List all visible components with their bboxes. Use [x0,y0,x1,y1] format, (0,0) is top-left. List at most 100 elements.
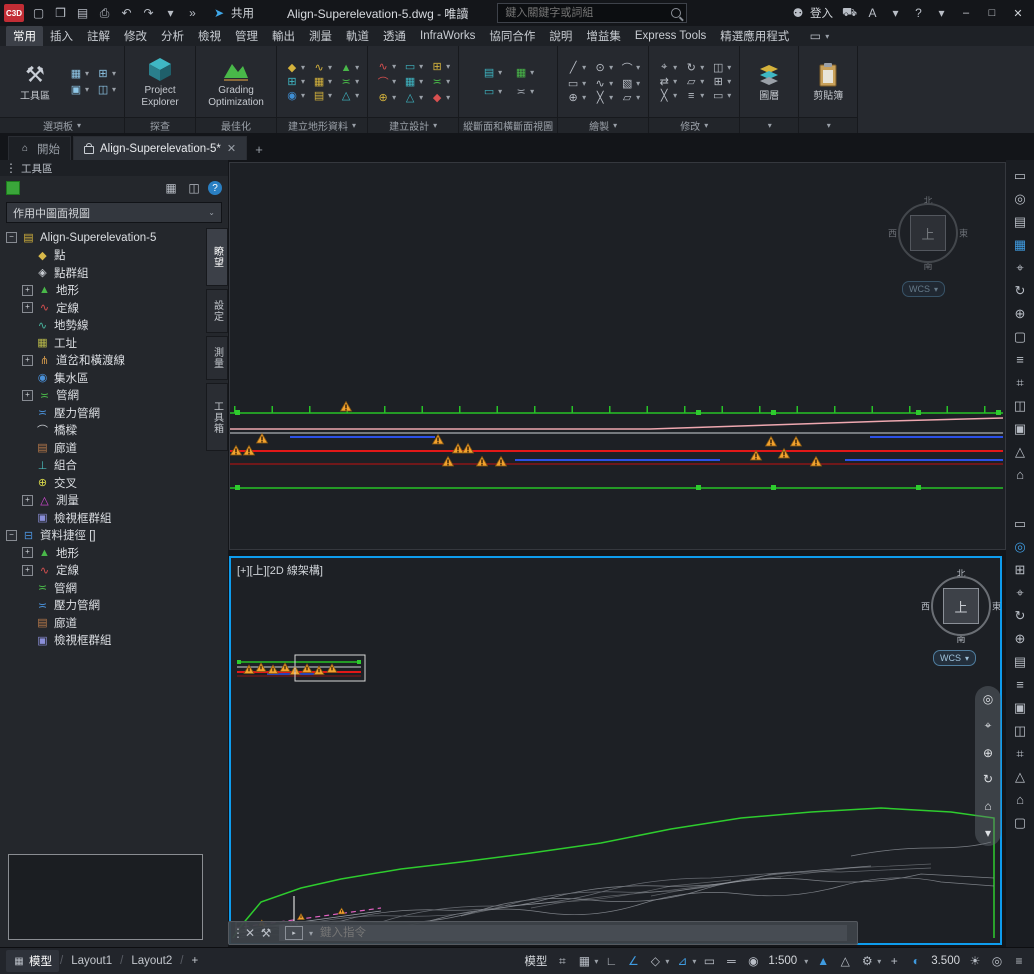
ribbon-tool-button[interactable]: ▱▾ [683,75,705,88]
panel-label-ground-data[interactable]: 建立地形資料▾ [277,117,367,133]
wcs-selector[interactable]: WCS▾ [933,650,976,666]
grading-optimization-button[interactable]: Grading Optimization [203,55,269,108]
ribbon-display-caret-icon[interactable]: ▾ [825,32,829,41]
zoom-extents-icon[interactable]: ⊕ [1009,306,1031,321]
lineweight-icon-button[interactable]: ═ [722,953,740,969]
file-tab-drawing[interactable]: Align-Superelevation-5* ✕ [73,136,247,160]
toolspace-tab-3[interactable]: 工具箱 [206,383,228,451]
tool-palettes-icon[interactable]: ▦ [1009,237,1031,252]
steering-wheel-icon[interactable]: ◎ [1009,191,1031,206]
tree-item[interactable]: ≍壓力管網 [0,404,205,422]
model-space-indicator[interactable]: 模型 [524,953,547,969]
tree-item[interactable]: +⋔道岔和橫渡線 [0,352,205,370]
app-logo[interactable]: C3D [4,4,24,22]
orbit-icon[interactable]: ↻ [1009,283,1031,298]
tree-item[interactable]: +∿定線 [0,299,205,317]
ribbon-tool-button[interactable]: ⊞▾ [710,75,732,88]
tree-item[interactable]: ⊥組合 [0,457,205,475]
ribbon-tool-button[interactable]: ▧▾ [619,77,641,90]
ribbon-tool-button[interactable]: ▤▾ [311,89,333,102]
home-icon[interactable]: ⌂ [979,798,997,814]
quick-access-caret-icon[interactable]: ▾ [160,4,181,23]
tree-item[interactable]: ≍管網 [0,579,205,597]
new-layout-button[interactable]: + [184,952,205,970]
ribbon-tool-button[interactable]: ╱▾ [565,60,587,76]
panel-toggle-icon[interactable]: ▦ [162,180,180,196]
workspace-icon-button[interactable]: ⚙▾ [858,953,881,969]
ribbon-tab-14[interactable]: 增益集 [579,26,628,46]
tree-item[interactable]: +≍管網 [0,387,205,405]
orbit-icon[interactable]: ↻ [1009,608,1031,623]
viewcube-bottom-viewport[interactable]: 北 南 西 東 上 [923,568,999,644]
share-button[interactable]: ➤ 共用 [210,5,254,21]
undo-icon[interactable]: ↶ [116,4,137,23]
ribbon-tool-button[interactable]: ≡▾ [683,89,705,102]
expand-plus-icon[interactable]: + [22,390,33,401]
ribbon-tool-button[interactable]: ≍▾ [513,85,535,98]
ribbon-tool-button[interactable]: ▦▾ [402,74,424,90]
tree-item[interactable]: ▣檢視框群組 [0,509,205,527]
ribbon-tool-button[interactable]: ⌖▾ [656,61,678,74]
window-icon[interactable]: ▢ [1009,329,1031,344]
ribbon-tool-button[interactable]: ◆▾ [429,91,451,104]
ribbon-tab-7[interactable]: 輸出 [265,26,302,46]
zoom-extents-icon[interactable]: ⊕ [1009,631,1031,646]
ribbon-tool-button[interactable]: ≍▾ [338,75,360,88]
viewport-controls-label[interactable]: [+][上][2D 線架構] [237,562,323,578]
ribbon-tab-16[interactable]: 精選應用程式 [713,26,796,46]
ribbon-tool-button[interactable]: ⊕▾ [565,91,587,104]
ribbon-tab-13[interactable]: 說明 [542,26,579,46]
selection-cycling-icon-button[interactable]: ◉ [744,953,762,969]
ribbon-tool-button[interactable]: ▦▾ [513,66,535,79]
viewcube-top-face[interactable]: 上 [943,588,979,624]
close-tab-icon[interactable]: ✕ [227,142,236,155]
zoom-window-icon[interactable]: ⊞ [1009,562,1031,577]
ribbon-tool-button[interactable]: ⊞▾ [284,75,306,88]
expand-plus-icon[interactable]: + [22,302,33,313]
command-input-box[interactable]: ▸ ▾ [279,925,847,941]
toolspace-tab-2[interactable]: 測量 [206,336,228,380]
tree-root-item[interactable]: −▤Align-Superelevation-5 [0,229,205,247]
tree-item[interactable]: ▦工址 [0,334,205,352]
ribbon-tab-2[interactable]: 註解 [80,26,117,46]
project-explorer-button[interactable]: Project Explorer [132,55,188,108]
tree-item[interactable]: ▣檢視框群組 [0,632,205,650]
layout-tab-layout1[interactable]: Layout1 [64,952,119,970]
ortho-icon-button[interactable]: ∟ [602,953,620,969]
command-line[interactable]: ⋮ ✕ ⚒ ▸ ▾ [228,921,858,945]
signin-button[interactable]: ⚉ 登入 [789,5,833,21]
panel-label-modify[interactable]: 修改▾ [649,117,739,133]
annotation-monitor-icon-button[interactable]: + [885,953,903,969]
ribbon-tool-button[interactable]: ⇄▾ [656,75,678,88]
panel-icon[interactable]: ▭ [1009,516,1031,531]
navbar-more-icon[interactable]: ▾ [979,825,997,841]
ribbon-tool-button[interactable]: ▤▾ [481,66,503,79]
ribbon-tool-button[interactable]: ⊞▾ [95,67,117,80]
ribbon-tool-button[interactable]: ≍▾ [429,74,451,90]
tree-item[interactable]: +∿定線 [0,562,205,580]
polar-icon-button[interactable]: ∠ [624,953,642,969]
ribbon-tool-button[interactable]: ▭▾ [710,89,732,102]
snap-icon-button[interactable]: ▦▾ [575,953,598,969]
panel-label-explore[interactable]: 探查 [125,117,195,133]
split-view-icon[interactable]: ◫ [1009,398,1031,413]
viewport-bottom-active[interactable]: [+][上][2D 線架構] [229,556,1002,945]
annotation-scale[interactable]: 1:500 [768,955,797,967]
file-tab-start[interactable]: ⌂ 開始 [8,136,71,160]
viewcube-top-face[interactable]: 上 [910,215,946,251]
split-view-icon[interactable]: ◫ [1009,723,1031,738]
ribbon-tool-button[interactable]: ◫▾ [710,61,732,74]
collapse-minus-icon[interactable]: − [6,232,17,243]
new-drawing-tab-button[interactable]: + [249,139,269,159]
toolspace-titlebar[interactable]: ⋮ 工具區 [0,160,228,176]
grid-icon-button[interactable]: ⌗ [553,953,571,969]
app-store-cart-icon[interactable]: ⛟ [839,4,860,23]
layer-list-icon[interactable]: ≡ [1009,352,1031,367]
tree-item[interactable]: ▤廊道 [0,439,205,457]
toolspace-tab-1[interactable]: 設定 [206,289,228,333]
clipboard-button[interactable]: 剪貼簿 [806,61,850,103]
graphics-icon-button[interactable]: ◐ [907,953,925,969]
ribbon-tool-button[interactable]: ⊞▾ [429,60,451,73]
ribbon-tool-button[interactable]: ▱▾ [619,91,641,104]
ribbon-tab-12[interactable]: 協同合作 [482,26,542,46]
